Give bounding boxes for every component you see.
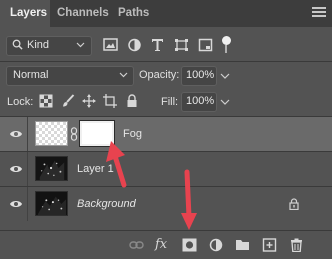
opacity-input[interactable]: 100%: [181, 66, 217, 86]
layers-panel: Layers Channels Paths Kind Normal Opacit…: [0, 0, 332, 259]
opacity-label: Opacity:: [139, 69, 180, 81]
lock-position-icon[interactable]: [82, 94, 96, 108]
filter-toggle-stem: [225, 45, 227, 53]
new-group-icon[interactable]: [235, 238, 250, 252]
panel-menu-icon[interactable]: [312, 7, 326, 19]
layer-style-button[interactable]: fx: [155, 237, 167, 252]
row-divider: [27, 152, 28, 186]
layer-row-layer-1[interactable]: Layer 1: [0, 152, 332, 186]
search-icon: [12, 39, 23, 50]
type-filter-icon[interactable]: [150, 37, 165, 53]
fill-label: Fill:: [161, 96, 179, 108]
layer-mask-thumbnail[interactable]: [79, 120, 115, 147]
layer-thumbnail-transparent[interactable]: [35, 121, 68, 146]
lock-artboard-icon[interactable]: [103, 94, 117, 108]
visibility-eye-icon[interactable]: [9, 199, 23, 209]
layer-name: Fog: [123, 128, 142, 140]
panel-footer: fx: [0, 231, 332, 259]
row-divider: [27, 117, 28, 151]
chevron-down-icon: [119, 72, 128, 78]
delete-layer-icon[interactable]: [289, 238, 304, 252]
image-filter-icon[interactable]: [103, 37, 118, 53]
blend-mode-value: Normal: [13, 69, 49, 81]
link-layers-icon[interactable]: [129, 238, 144, 252]
smart-object-filter-icon[interactable]: [198, 37, 213, 53]
filter-kind-value: Kind: [27, 39, 50, 51]
mask-link-icon[interactable]: [70, 127, 78, 141]
tab-channels[interactable]: Channels: [57, 0, 109, 27]
adjustment-filter-icon[interactable]: [127, 37, 142, 53]
layer-name: Layer 1: [77, 163, 114, 175]
layer-name: Background: [77, 198, 136, 210]
new-layer-icon[interactable]: [262, 238, 277, 252]
layer-thumbnail[interactable]: [35, 156, 68, 181]
divider: [0, 61, 332, 62]
fill-input[interactable]: 100%: [181, 92, 217, 112]
layer-row-background[interactable]: Background: [0, 187, 332, 221]
adjustment-layer-icon[interactable]: [209, 238, 224, 252]
panel-tab-bar: Layers Channels Paths: [0, 0, 332, 27]
blend-mode-select[interactable]: Normal: [6, 66, 134, 86]
lock-label: Lock:: [7, 96, 34, 108]
lock-transparent-pixels-icon[interactable]: [39, 94, 53, 108]
filter-kind-select[interactable]: Kind: [6, 36, 92, 56]
visibility-eye-icon[interactable]: [9, 164, 23, 174]
shape-filter-icon[interactable]: [174, 37, 189, 53]
tab-paths[interactable]: Paths: [118, 0, 149, 27]
add-mask-icon[interactable]: [182, 238, 197, 252]
tab-layers[interactable]: Layers: [0, 0, 50, 27]
opacity-dropdown-icon[interactable]: [218, 66, 232, 86]
lock-all-icon[interactable]: [125, 94, 139, 108]
row-divider: [27, 187, 28, 221]
lock-image-pixels-icon[interactable]: [61, 94, 75, 108]
filter-toggle-icon[interactable]: [222, 36, 231, 45]
layer-row-fog[interactable]: Fog: [0, 117, 332, 151]
chevron-down-icon: [76, 42, 85, 48]
layer-thumbnail[interactable]: [35, 191, 68, 216]
fill-dropdown-icon[interactable]: [218, 92, 232, 112]
visibility-eye-icon[interactable]: [9, 129, 23, 139]
layer-lock-icon[interactable]: [289, 198, 299, 210]
